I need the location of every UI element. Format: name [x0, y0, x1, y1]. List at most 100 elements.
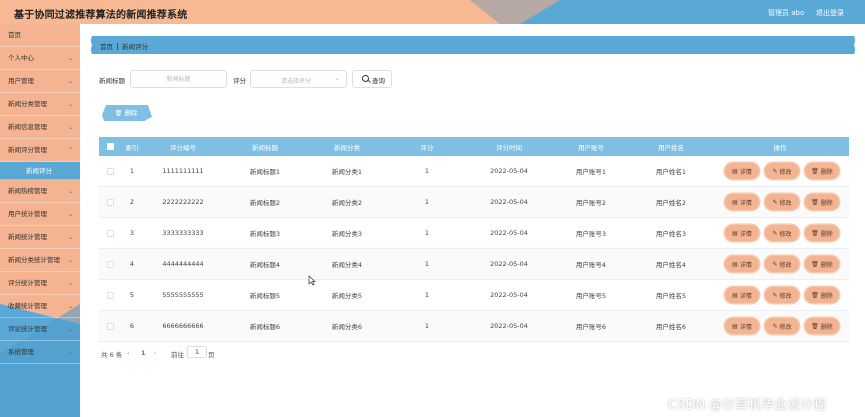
checkbox[interactable] [106, 260, 114, 268]
sidebar-item-favorite-stats[interactable]: 收藏统计管理 ⌄ [0, 295, 80, 318]
sidebar-item-hot-news[interactable]: 新闻热榜管理 ⌄ [0, 180, 80, 203]
sidebar-subitem-news-score[interactable]: 新闻评分 [0, 162, 80, 180]
edit-button[interactable]: ✎ 修改 [765, 225, 799, 241]
batch-delete-button[interactable]: 🗑 删除 [106, 105, 146, 121]
title-search-input[interactable] [130, 70, 227, 88]
edit-button[interactable]: ✎ 修改 [765, 287, 799, 303]
page-number-current[interactable]: 1 [141, 349, 146, 357]
score-label: 评分 [233, 77, 246, 85]
cell-account: 用户账号1 [575, 168, 607, 176]
sidebar-item-label: 新闻分类统计管理 [8, 256, 60, 264]
edit-button[interactable]: ✎ 修改 [765, 163, 799, 179]
chevron-down-icon: ⌄ [67, 55, 73, 62]
chevron-down-icon: ⌄ [67, 234, 73, 241]
cell-score: 1 [424, 322, 430, 330]
header-select-all[interactable] [99, 137, 121, 156]
cell-category: 新闻分类2 [331, 199, 363, 207]
delete-button[interactable]: 🗑 删除 [805, 163, 839, 179]
sidebar-item-news-category[interactable]: 新闻分类管理 ⌄ [0, 93, 80, 116]
logout-link[interactable]: 退出登录 [816, 8, 844, 18]
sidebar-item-system[interactable]: 系统管理 ⌄ [0, 341, 80, 364]
trash-icon: 🗑 [811, 322, 819, 330]
checkbox[interactable] [106, 229, 114, 237]
edit-button[interactable]: ✎ 修改 [765, 256, 799, 272]
delete-button[interactable]: 🗑 删除 [805, 225, 839, 241]
sidebar-item-user-stats[interactable]: 用户统计管理 ⌄ [0, 203, 80, 226]
checkbox[interactable] [106, 167, 114, 175]
sidebar-item-news-score-mgmt[interactable]: 新闻评分管理 ⌃ [0, 139, 80, 162]
table-row: 1 1111111111 新闻标题1 新闻分类1 1 2022-05-04 用户… [99, 156, 849, 187]
cell-name: 用户姓名6 [655, 323, 687, 331]
chevron-left-icon[interactable]: ‹ [127, 349, 130, 357]
cell-title: 新闻标题4 [249, 261, 281, 269]
sidebar-item-label: 个人中心 [8, 54, 34, 62]
sidebar-item-comment-stats[interactable]: 评论统计管理 ⌄ [0, 318, 80, 341]
cell-score: 1 [424, 291, 430, 299]
sidebar-item-news-stats[interactable]: 新闻统计管理 ⌄ [0, 226, 80, 249]
breadcrumb: 首页 新闻评分 [88, 34, 858, 56]
column-header: 用户姓名 [658, 143, 684, 152]
chevron-down-icon: ⌄ [67, 280, 73, 287]
edit-button[interactable]: ✎ 修改 [765, 194, 799, 210]
delete-label: 删除 [820, 168, 833, 176]
cell-name: 用户姓名1 [655, 168, 687, 176]
edit-button[interactable]: ✎ 修改 [765, 318, 799, 334]
delete-button[interactable]: 🗑 删除 [805, 256, 839, 272]
mouse-cursor-icon [308, 275, 316, 286]
sidebar: 首页 个人中心 ⌄ 用户管理 ⌄ 新闻分类管理 ⌄ 新闻信息管理 ⌄ 新闻评分管理 ⌃ 新… [0, 24, 80, 417]
cell-index: 2 [129, 198, 135, 206]
cell-score: 1 [424, 229, 430, 237]
table-row: 4 4444444444 新闻标题4 新闻分类4 1 2022-05-04 用户… [99, 249, 849, 280]
detail-label: 详情 [739, 323, 752, 331]
detail-label: 详情 [739, 230, 752, 238]
cell-code: 1111111111 [162, 167, 204, 175]
detail-button[interactable]: ▤ 详情 [725, 163, 759, 179]
delete-label: 删除 [820, 261, 833, 269]
breadcrumb-home[interactable]: 首页 [100, 43, 113, 51]
cell-category: 新闻分类3 [331, 230, 363, 238]
score-select[interactable]: 请选择评分 ⌄ [250, 70, 347, 88]
sidebar-item-category-stats[interactable]: 新闻分类统计管理 ⌄ [0, 249, 80, 272]
sidebar-item-home[interactable]: 首页 [0, 24, 80, 47]
cell-time: 2022-05-04 [490, 260, 528, 268]
query-button[interactable]: 查询 [352, 70, 392, 88]
detail-button[interactable]: ▤ 详情 [725, 194, 759, 210]
delete-button[interactable]: 🗑 删除 [805, 287, 839, 303]
sidebar-item-label: 用户管理 [8, 77, 34, 85]
detail-button[interactable]: ▤ 详情 [725, 225, 759, 241]
sidebar-item-score-stats[interactable]: 评分统计管理 ⌄ [0, 272, 80, 295]
checkbox[interactable] [106, 143, 114, 150]
checkbox[interactable] [106, 291, 114, 299]
delete-button[interactable]: 🗑 删除 [805, 318, 839, 334]
column-header: 索引 [125, 143, 139, 152]
chevron-down-icon: ⌄ [67, 211, 73, 218]
sidebar-item-users[interactable]: 用户管理 ⌄ [0, 70, 80, 93]
delete-button[interactable]: 🗑 删除 [805, 194, 839, 210]
checkbox[interactable] [106, 322, 114, 330]
cell-category: 新闻分类6 [331, 323, 363, 331]
sidebar-item-label: 系统管理 [8, 348, 34, 356]
sidebar-item-label: 评论统计管理 [8, 325, 47, 333]
sidebar-item-label: 新闻统计管理 [8, 233, 47, 241]
trash-icon: 🗑 [811, 198, 819, 206]
sidebar-item-profile[interactable]: 个人中心 ⌄ [0, 47, 80, 70]
chevron-right-icon[interactable]: › [154, 349, 157, 357]
detail-button[interactable]: ▤ 详情 [725, 318, 759, 334]
column-header: 新闻标题 [252, 143, 278, 152]
app-title: 基于协同过滤推荐算法的新闻推荐系统 [14, 10, 188, 21]
detail-button[interactable]: ▤ 详情 [725, 256, 759, 272]
sidebar-item-news-info[interactable]: 新闻信息管理 ⌄ [0, 116, 80, 139]
document-icon: ▤ [732, 260, 738, 268]
chevron-down-icon: ⌄ [67, 257, 73, 264]
goto-page-input[interactable] [187, 346, 207, 358]
detail-button[interactable]: ▤ 详情 [725, 287, 759, 303]
cell-title: 新闻标题3 [249, 230, 281, 238]
checkbox[interactable] [106, 198, 114, 206]
chevron-down-icon: ⌄ [334, 75, 340, 82]
column-header: 评分编号 [170, 143, 196, 152]
cell-name: 用户姓名5 [655, 292, 687, 300]
table-row: 3 3333333333 新闻标题3 新闻分类3 1 2022-05-04 用户… [99, 218, 849, 249]
trash-icon: 🗑 [114, 110, 123, 117]
document-icon: ▤ [732, 167, 738, 175]
delete-label: 删除 [820, 199, 833, 207]
